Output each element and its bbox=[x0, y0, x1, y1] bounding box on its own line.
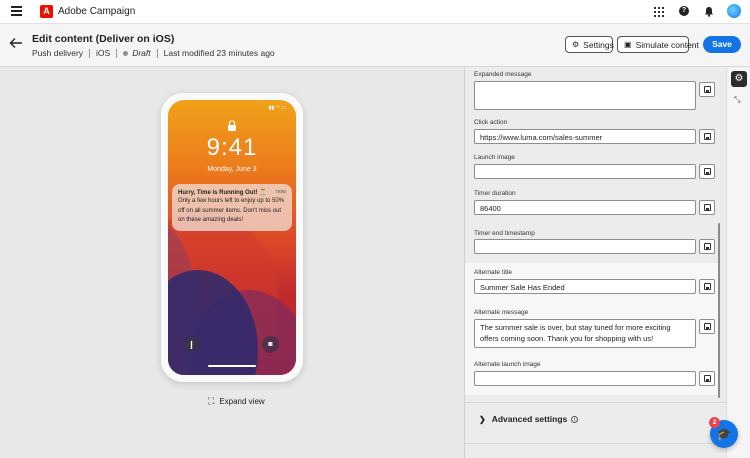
delivery-type: Push delivery bbox=[32, 48, 84, 58]
launch-image-label: Launch image bbox=[474, 154, 515, 161]
camera-icon: ◙ bbox=[262, 336, 279, 353]
expanded-message-field[interactable] bbox=[474, 81, 696, 110]
alternate-launch-image-field[interactable] bbox=[474, 371, 696, 386]
delivery-meta: Push delivery iOS Draft Last modified 23… bbox=[32, 48, 275, 58]
divider bbox=[89, 48, 91, 58]
notification-body: Only a few hours left to enjoy up to 50%… bbox=[178, 198, 285, 223]
content-form-panel: Expanded message Click action https://ww… bbox=[464, 67, 726, 458]
advanced-settings-label: Advanced settings bbox=[491, 414, 568, 424]
flashlight-icon: ❙ bbox=[183, 336, 200, 353]
advanced-settings-toggle[interactable]: ❯ Advanced settings i bbox=[479, 414, 579, 424]
status-bar-icons: ▮▮ ◠ ▭ bbox=[268, 105, 286, 111]
personalization-icon[interactable] bbox=[699, 371, 715, 386]
simulate-icon: ▣ bbox=[624, 40, 632, 49]
gear-icon[interactable]: ⚙ bbox=[731, 71, 747, 87]
divider bbox=[465, 402, 726, 403]
expanded-message-label: Expanded message bbox=[474, 71, 532, 78]
avatar[interactable] bbox=[727, 4, 741, 18]
apps-grid-icon[interactable] bbox=[654, 7, 664, 17]
alternate-launch-image-label: Alternate launch image bbox=[474, 361, 541, 368]
help-icon[interactable]: ? bbox=[679, 6, 689, 16]
expand-icon: ⛶ bbox=[208, 396, 215, 406]
simulate-button-label: Simulate content bbox=[635, 39, 699, 50]
settings-button-label: Settings bbox=[583, 39, 614, 50]
personalization-icon[interactable] bbox=[699, 279, 715, 294]
adobe-logo[interactable]: A bbox=[40, 5, 53, 18]
status-badge: Draft bbox=[132, 48, 151, 58]
delivery-platform: iOS bbox=[96, 48, 111, 58]
scrollbar[interactable] bbox=[718, 223, 720, 398]
notification-time: now bbox=[275, 189, 286, 195]
alternate-message-label: Alternate message bbox=[474, 309, 529, 316]
divider bbox=[156, 48, 158, 58]
last-modified: Last modified 23 minutes ago bbox=[163, 48, 275, 58]
notification-badge: 2 bbox=[709, 417, 720, 428]
bell-icon[interactable] bbox=[704, 6, 714, 17]
save-button[interactable]: Save bbox=[703, 36, 741, 53]
app-title[interactable]: Adobe Campaign bbox=[58, 6, 135, 17]
info-icon[interactable]: i bbox=[571, 415, 579, 423]
page-title: Edit content (Deliver on iOS) bbox=[32, 33, 175, 45]
simulate-content-button[interactable]: ▣ Simulate content bbox=[617, 36, 699, 53]
personalization-icon[interactable] bbox=[699, 164, 715, 179]
divider bbox=[465, 443, 726, 444]
timer-end-timestamp-label: Timer end timestamp bbox=[474, 230, 535, 237]
right-rail: ⚙ ⤡ bbox=[726, 67, 750, 458]
lock-icon bbox=[228, 120, 236, 131]
personalization-icon[interactable] bbox=[699, 200, 715, 215]
alternate-message-field[interactable]: The summer sale is over, but stay tuned … bbox=[474, 319, 696, 348]
lock-time: 9:41 bbox=[206, 134, 258, 161]
launch-image-field[interactable] bbox=[474, 164, 696, 179]
click-action-label: Click action bbox=[474, 119, 508, 126]
back-arrow-icon[interactable] bbox=[9, 37, 23, 49]
alternate-title-label: Alternate title bbox=[474, 269, 512, 276]
top-bar: A Adobe Campaign ? bbox=[0, 0, 750, 24]
personalization-icon[interactable] bbox=[699, 319, 715, 334]
personalization-icon[interactable] bbox=[699, 129, 715, 144]
lock-screen: ▮▮ ◠ ▭ 9:41 Monday, June 3 Hurry, Time i… bbox=[168, 100, 296, 375]
collapse-icon[interactable]: ⤡ bbox=[734, 95, 740, 105]
click-action-field[interactable]: https://www.luma.com/sales-summer bbox=[474, 129, 696, 144]
home-indicator bbox=[208, 365, 256, 367]
timer-duration-field[interactable]: 86400 bbox=[474, 200, 696, 215]
notification-title: Hurry, Time is Running Out! ⏳ bbox=[178, 190, 267, 196]
status-dot-icon bbox=[123, 50, 129, 56]
phone-preview: ▮▮ ◠ ▭ 9:41 Monday, June 3 Hurry, Time i… bbox=[161, 93, 303, 382]
divider bbox=[116, 48, 118, 58]
personalization-icon[interactable] bbox=[699, 239, 715, 254]
settings-button[interactable]: ⚙ Settings bbox=[565, 36, 614, 53]
lock-date: Monday, June 3 bbox=[207, 166, 257, 173]
expand-view-label: Expand view bbox=[219, 397, 265, 406]
chevron-right-icon: ❯ bbox=[479, 414, 486, 424]
personalization-icon[interactable] bbox=[699, 82, 715, 97]
settings-icon: ⚙ bbox=[572, 40, 580, 49]
alternate-title-field[interactable]: Summer Sale Has Ended bbox=[474, 279, 696, 294]
menu-icon[interactable] bbox=[11, 6, 22, 16]
preview-pane: ▮▮ ◠ ▭ 9:41 Monday, June 3 Hurry, Time i… bbox=[0, 67, 464, 458]
timer-duration-label: Timer duration bbox=[474, 190, 516, 197]
timer-end-timestamp-field[interactable] bbox=[474, 239, 696, 254]
expand-view-button[interactable]: ⛶ Expand view bbox=[208, 396, 265, 407]
page-header: Edit content (Deliver on iOS) Push deliv… bbox=[0, 24, 750, 67]
push-notification: Hurry, Time is Running Out! ⏳ now Only a… bbox=[172, 184, 292, 231]
